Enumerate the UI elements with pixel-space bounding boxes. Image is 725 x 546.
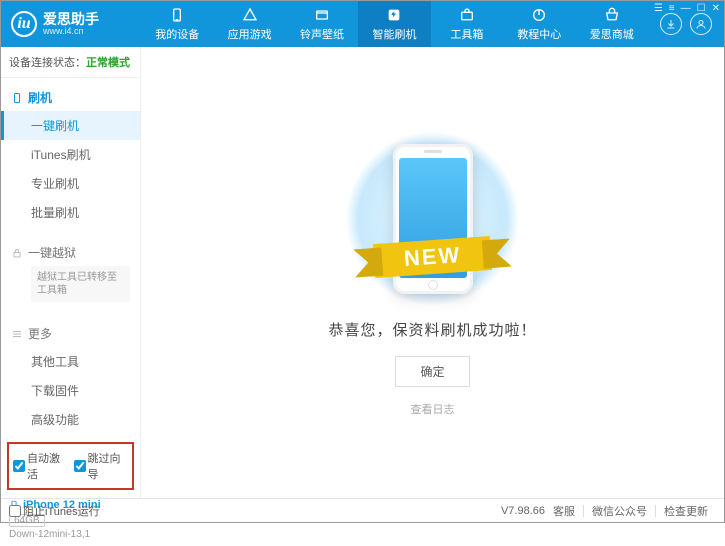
phone-icon (11, 92, 23, 104)
lock-icon (11, 247, 23, 259)
tab-tutorial[interactable]: 教程中心 (503, 1, 575, 47)
tab-apps[interactable]: 应用游戏 (213, 1, 285, 47)
update-link[interactable]: 检查更新 (664, 503, 708, 519)
sidebar-item-advanced[interactable]: 高级功能 (1, 405, 140, 434)
block-itunes[interactable]: 阻止iTunes运行 (9, 503, 100, 519)
sidebar-item-other[interactable]: 其他工具 (1, 347, 140, 376)
tab-ringtone[interactable]: 铃声壁纸 (286, 1, 358, 47)
version-label: V7.98.66 (501, 505, 545, 517)
flash-options-highlight: 自动激活 跳过向导 (7, 442, 134, 490)
sidebar-item-pro[interactable]: 专业刷机 (1, 169, 140, 198)
menu-icon[interactable]: ☰ (654, 3, 663, 14)
success-banner: NEW (333, 129, 533, 309)
download-icon[interactable] (660, 13, 682, 35)
sidebar-item-itunes[interactable]: iTunes刷机 (1, 140, 140, 169)
app-url: www.i4.cn (43, 26, 99, 36)
minimize-icon[interactable]: — (681, 3, 691, 14)
sidebar-item-batch[interactable]: 批量刷机 (1, 198, 140, 227)
user-buttons (648, 13, 724, 35)
logo: iu 爱思助手 www.i4.cn (1, 11, 141, 37)
section-more[interactable]: 更多 (1, 320, 140, 347)
device-info: iPhone 12 mini 64GB Down-12mini-13,1 (1, 492, 140, 546)
wechat-link[interactable]: 微信公众号 (592, 503, 647, 519)
section-jailbreak[interactable]: 一键越狱 (1, 239, 140, 266)
app-name: 爱思助手 (43, 12, 99, 26)
sidebar: 设备连接状态：正常模式 刷机 一键刷机 iTunes刷机 专业刷机 批量刷机 一… (1, 47, 141, 498)
title-bar: iu 爱思助手 www.i4.cn 我的设备 应用游戏 铃声壁纸 智能刷机 工具… (1, 1, 724, 47)
window-controls: ☰ ≡ — ☐ ✕ (654, 3, 720, 14)
close-icon[interactable]: ✕ (712, 3, 720, 14)
settings-icon[interactable]: ≡ (669, 3, 675, 14)
sidebar-item-firmware[interactable]: 下载固件 (1, 376, 140, 405)
tab-flash[interactable]: 智能刷机 (358, 1, 430, 47)
sidebar-item-oneclick[interactable]: 一键刷机 (1, 111, 140, 140)
device-state: 设备连接状态：正常模式 (1, 47, 140, 78)
view-log-link[interactable]: 查看日志 (411, 401, 455, 417)
tab-toolbox[interactable]: 工具箱 (431, 1, 503, 47)
check-skip-setup[interactable]: 跳过向导 (74, 450, 129, 482)
logo-icon: iu (11, 11, 37, 37)
nav-tabs: 我的设备 应用游戏 铃声壁纸 智能刷机 工具箱 教程中心 爱思商城 (141, 1, 648, 47)
tab-my-device[interactable]: 我的设备 (141, 1, 213, 47)
tab-store[interactable]: 爱思商城 (576, 1, 648, 47)
success-message: 恭喜您，保资料刷机成功啦！ (328, 319, 536, 340)
ok-button[interactable]: 确定 (395, 356, 469, 387)
jailbreak-note: 越狱工具已转移至工具箱 (31, 266, 130, 302)
maximize-icon[interactable]: ☐ (697, 3, 706, 14)
menu-lines-icon (11, 328, 23, 340)
section-flash[interactable]: 刷机 (1, 84, 140, 111)
user-icon[interactable] (690, 13, 712, 35)
device-os: Down-12mini-13,1 (9, 529, 132, 540)
main-content: NEW 恭喜您，保资料刷机成功啦！ 确定 查看日志 (141, 47, 724, 498)
check-auto-activate[interactable]: 自动激活 (13, 450, 68, 482)
service-link[interactable]: 客服 (553, 503, 575, 519)
